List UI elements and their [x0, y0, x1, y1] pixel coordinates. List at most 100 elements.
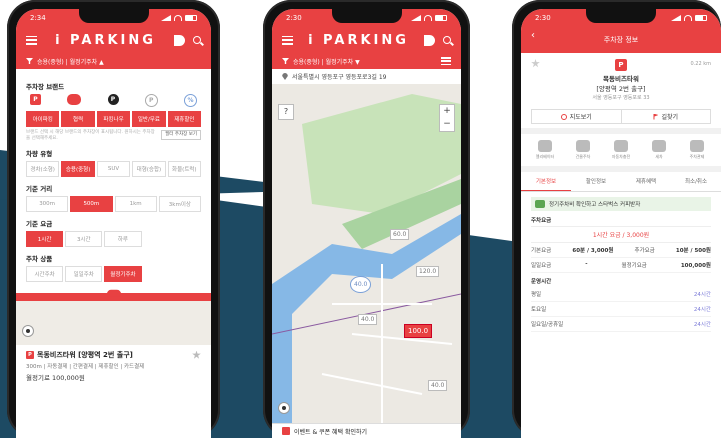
amenity-item: 세차 [647, 140, 671, 160]
card-sub: 300m | 자동결제 | 간편결제 | 제휴할인 | 카드결제 [26, 364, 145, 370]
flag-icon [653, 113, 659, 120]
wifi-icon [684, 15, 692, 21]
distance-chip[interactable]: 3km이상 [158, 196, 201, 212]
map-view[interactable]: ? + − 60.0 120.0 40.0 40.0 100.0 40.0 이벤트… [272, 84, 461, 438]
search-icon[interactable] [193, 36, 201, 44]
distance-chip[interactable]: 1km [114, 196, 157, 212]
collapse-handle[interactable] [16, 293, 211, 301]
map-view-button[interactable]: 지도보기 [532, 110, 621, 123]
amenity-item: 엘리베이터 [533, 140, 557, 160]
list-view-icon[interactable] [441, 57, 451, 65]
brand-chip[interactable]: 아이파킹 [26, 111, 60, 127]
action-buttons: 지도보기 길찾기 [531, 109, 711, 124]
parking-marker[interactable]: 40.0 [358, 314, 378, 325]
vehicle-chip[interactable]: 경차(소형) [26, 161, 60, 177]
mini-map[interactable] [16, 301, 211, 345]
parking-marker[interactable]: 60.0 [390, 229, 410, 240]
brand-chip[interactable]: 파킹나우 [96, 111, 131, 127]
distance-chip[interactable]: 500m [70, 196, 113, 212]
fee-value: 60분 / 3,000원 [572, 248, 614, 254]
brand-chip[interactable]: 협력 [61, 111, 95, 127]
product-chip[interactable]: 월정기주차 [104, 266, 142, 282]
parking-address: 서울 영등포구 영등포로 33 [592, 95, 650, 101]
tab-basic-info[interactable]: 기본정보 [521, 172, 571, 191]
phone-filter-screen: 2:34 i PARKING 승용(중형) | 월정기주차 ▲ 주차장 브랜드 … [7, 0, 220, 438]
selected-parking-marker[interactable]: 100.0 [404, 324, 433, 338]
fee-value: - [585, 261, 588, 267]
promo-banner[interactable]: 정기주차비 확인하고 스타벅스 커피받자 [531, 197, 711, 211]
vehicle-chip[interactable]: SUV [96, 161, 131, 177]
parking-marker[interactable]: 40.0 [428, 380, 448, 391]
map-view-label: 지도보기 [569, 114, 592, 121]
fee-label: 월정기요금 [621, 263, 647, 269]
event-banner-text: 이벤트 & 쿠폰 혜택 확인하기 [294, 428, 368, 436]
app-logo: i PARKING [55, 32, 156, 48]
tab-discount[interactable]: 할인정보 [571, 172, 621, 191]
product-chip[interactable]: 시간주차 [26, 266, 64, 282]
d-icon[interactable] [174, 34, 185, 46]
favorite-star-icon[interactable] [531, 59, 540, 68]
detail-header-title: 주차장 정보 [603, 36, 639, 44]
status-time: 2:30 [286, 14, 302, 22]
amenity-label: 건물주차 [575, 154, 591, 159]
hours-value: 24시간 [693, 322, 711, 328]
promo-icon [535, 200, 545, 208]
locate-icon[interactable] [22, 325, 34, 337]
detail-header: ‹ 주차장 정보 [521, 27, 721, 53]
fee-value: 100,000원 [680, 263, 711, 269]
vehicle-title: 차량 유형 [26, 150, 53, 158]
back-icon[interactable]: ‹ [531, 30, 535, 41]
menu-icon[interactable] [282, 35, 293, 45]
d-icon[interactable] [424, 34, 435, 46]
tab-cancel[interactable]: 최소/취소 [671, 172, 721, 191]
distance-chip[interactable]: 300m [26, 196, 69, 212]
detail-tabs: 기본정보 할인정보 제휴혜택 최소/취소 [521, 172, 721, 192]
menu-icon[interactable] [26, 35, 37, 45]
fee-chip[interactable]: 1시간 [26, 231, 64, 247]
amenity-item: 건물주차 [571, 140, 595, 160]
wifi-icon [424, 15, 432, 21]
filter-panel: 주차장 브랜드 P P P % 아이파킹 협력 파킹나우 일반/무료 제휴할인 … [16, 69, 211, 288]
zoom-control[interactable]: + − [439, 104, 455, 132]
parking-summary: 0.22 km P 목동비즈타워 [양평역 2번 출구] 서울 영등포구 영등포… [521, 53, 721, 105]
filter-summary[interactable]: 승용(중형) | 월정기주차 ▲ [16, 53, 211, 69]
favorite-star-icon[interactable] [192, 350, 201, 359]
product-chip[interactable]: 일일주차 [65, 266, 103, 282]
search-icon[interactable] [443, 36, 451, 44]
vehicle-chip[interactable]: 대형(승합) [132, 161, 166, 177]
amenity-label: 주차관제 [689, 154, 705, 159]
parkingnow-brand-icon: P [107, 94, 119, 105]
fee-row: 기본요금 60분 / 3,000원 추가요금 10분 / 500원 [531, 243, 711, 258]
hours-label: 평일 [531, 292, 542, 298]
brand-chip[interactable]: 제휴할인 [167, 111, 202, 127]
vehicle-chip[interactable]: 승용(중형) [61, 161, 95, 177]
hours-label: 토요일 [531, 307, 547, 313]
card-price: 월정기료 100,000원 [26, 374, 85, 382]
address-bar[interactable]: 서울특별시 영등포구 영등포로3길 19 [272, 69, 461, 85]
app-logo: i PARKING [308, 32, 409, 48]
filter-summary[interactable]: 승용(중형) | 월정기주차 ▼ [272, 53, 461, 69]
amenity-label: 자동차충전 [611, 154, 631, 159]
amenity-label: 세차 [655, 154, 663, 159]
tab-benefits[interactable]: 제휴혜택 [621, 172, 671, 191]
event-banner[interactable]: 이벤트 & 쿠폰 혜택 확인하기 [272, 423, 461, 438]
parking-name-sub: [양평역 2번 출구] [596, 85, 646, 93]
amenity-item: 자동차충전 [609, 140, 633, 160]
parking-card[interactable]: P 목동비즈타워 [양평역 2번 출구] 300m | 자동결제 | 간편결제 … [16, 345, 211, 387]
filter-icon [282, 58, 289, 64]
fee-chip[interactable]: 3시간 [65, 231, 103, 247]
filter-view-button[interactable]: 필터 주차장 보기 [161, 130, 201, 140]
help-button[interactable]: ? [278, 104, 294, 120]
phone-detail-screen: 2:30 ‹ 주차장 정보 0.22 km P 목동비즈타워 [양평역 2번 출… [512, 0, 721, 438]
signal-icon [161, 15, 171, 21]
parking-name: 목동비즈타워 [603, 75, 639, 83]
locate-icon[interactable] [278, 402, 290, 414]
brand-chip[interactable]: 일반/무료 [132, 111, 166, 127]
fee-chip[interactable]: 하루 [104, 231, 142, 247]
directions-button[interactable]: 길찾기 [620, 110, 711, 123]
vehicle-chip[interactable]: 화물(트럭) [167, 161, 202, 177]
card-title: 목동비즈타워 [양평역 2번 출구] [37, 351, 133, 359]
parking-marker[interactable]: 120.0 [416, 266, 440, 277]
partner-brand-icon [67, 94, 82, 105]
battery-icon [695, 15, 707, 21]
